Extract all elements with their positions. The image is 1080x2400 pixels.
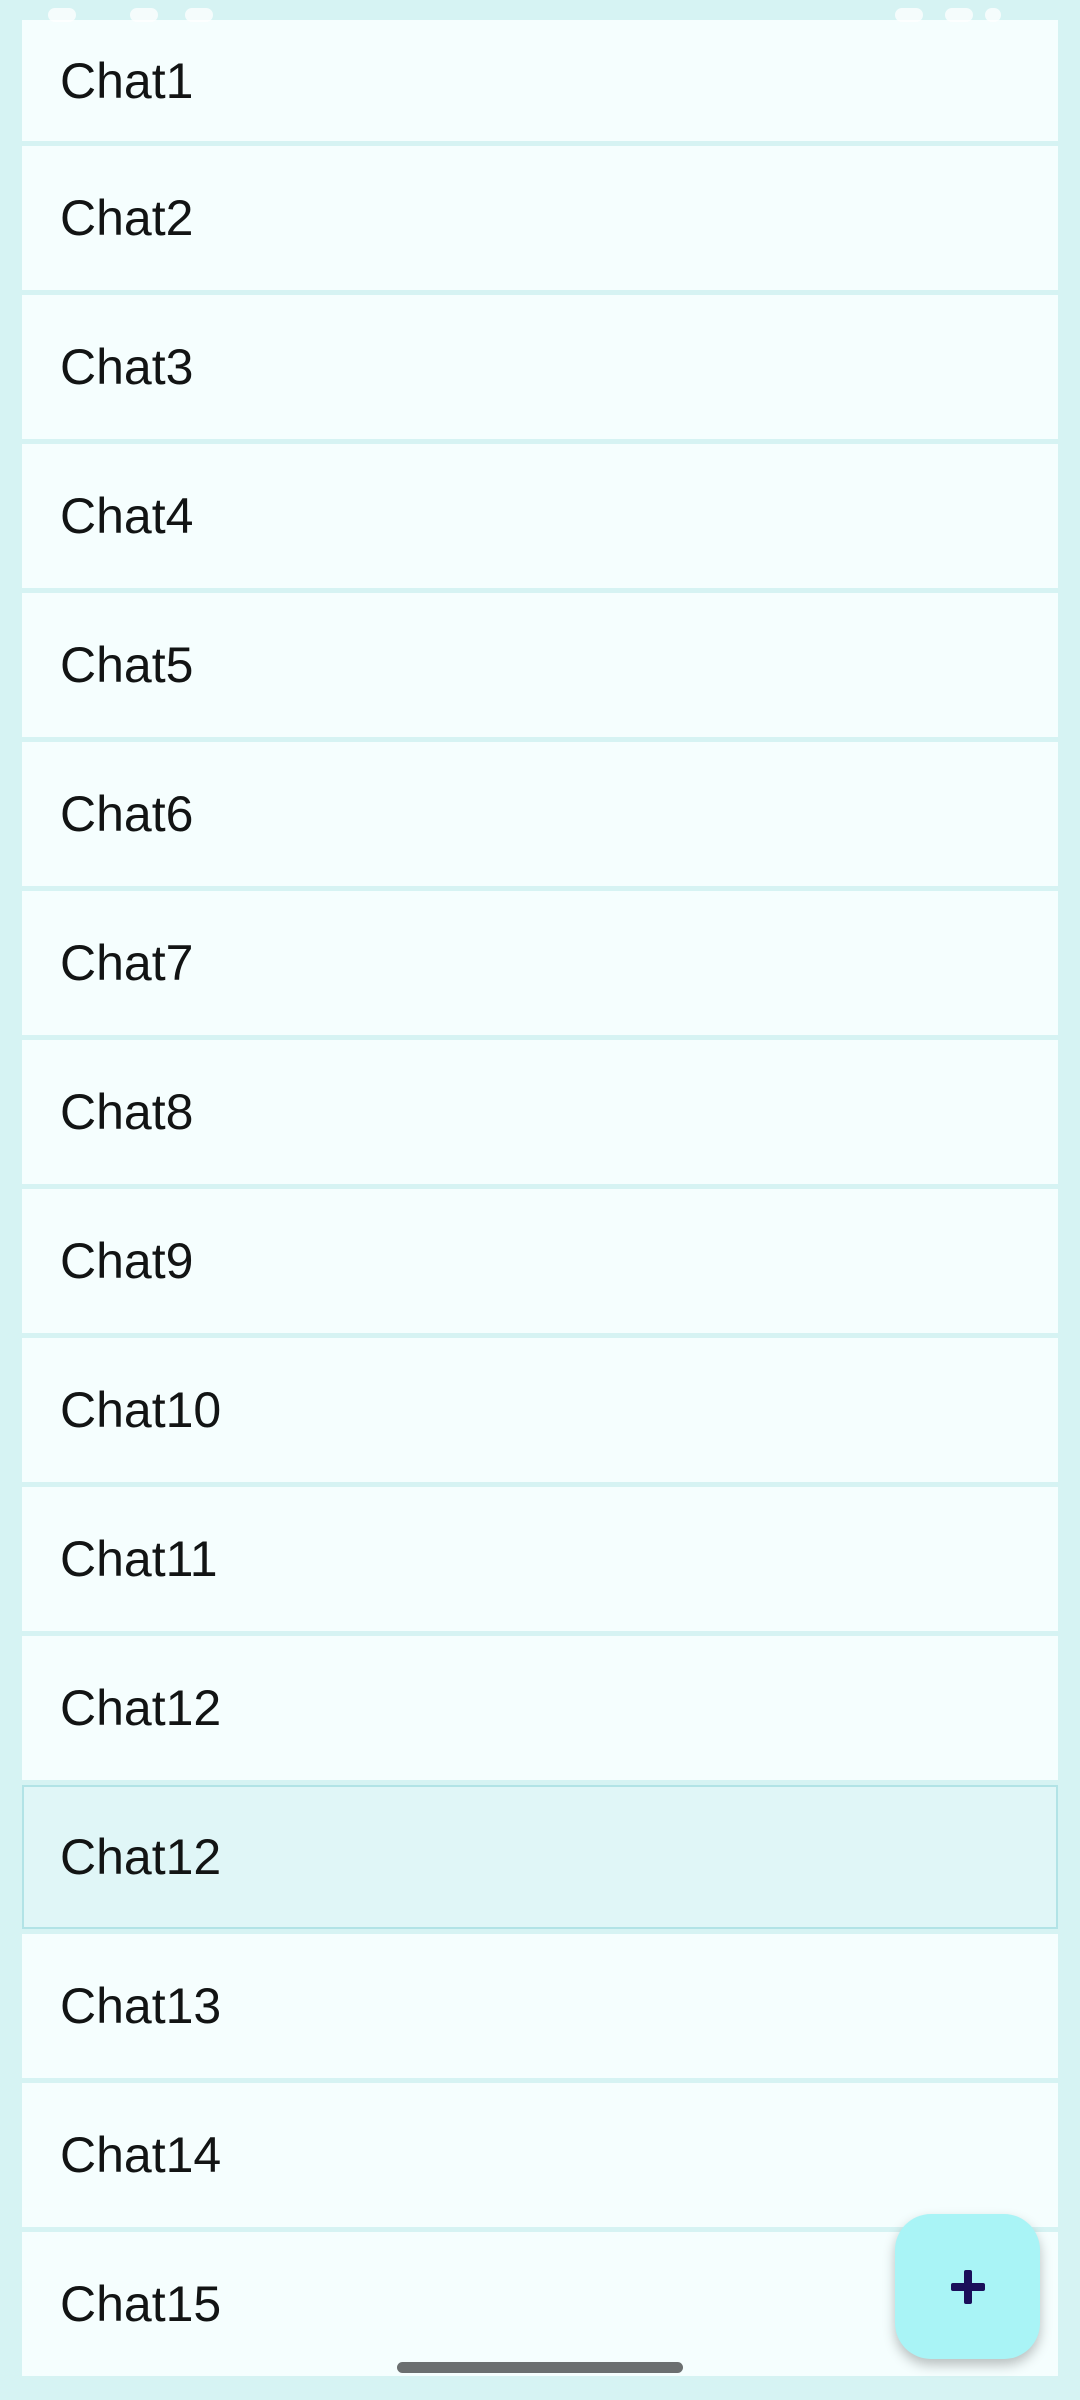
list-item[interactable]: Chat12 [22,1636,1058,1780]
list-item[interactable]: Chat11 [22,1487,1058,1631]
list-item-selected[interactable]: Chat12 [22,1785,1058,1929]
list-item[interactable]: Chat1 [22,20,1058,141]
chat-label: Chat4 [60,488,194,544]
chat-label: Chat2 [60,190,194,246]
list-item[interactable]: Chat7 [22,891,1058,1035]
chat-label: Chat10 [60,1382,222,1438]
chat-label: Chat15 [60,2276,222,2332]
chat-label: Chat11 [60,1531,218,1587]
chat-label: Chat12 [60,1680,222,1736]
add-chat-button[interactable] [895,2214,1040,2359]
status-bar [0,0,1080,22]
chat-label: Chat8 [60,1084,194,1140]
list-item[interactable]: Chat14 [22,2083,1058,2227]
chat-label: Chat9 [60,1233,194,1289]
list-item[interactable]: Chat6 [22,742,1058,886]
notification-icon [130,8,158,22]
list-item[interactable]: Chat2 [22,146,1058,290]
chat-label: Chat5 [60,637,194,693]
chat-label: Chat12 [60,1829,222,1885]
chat-label: Chat13 [60,1978,222,2034]
list-item[interactable]: Chat5 [22,593,1058,737]
chat-label: Chat7 [60,935,194,991]
chat-label: Chat6 [60,786,194,842]
chat-label: Chat14 [60,2127,222,2183]
list-item[interactable]: Chat4 [22,444,1058,588]
status-time-icon [48,8,76,22]
wifi-icon [895,8,923,22]
list-item[interactable]: Chat8 [22,1040,1058,1184]
chat-label: Chat1 [60,52,194,109]
list-item[interactable]: Chat9 [22,1189,1058,1333]
list-item[interactable]: Chat13 [22,1934,1058,2078]
home-indicator[interactable] [397,2362,683,2373]
list-item[interactable]: Chat3 [22,295,1058,439]
list-item[interactable]: Chat10 [22,1338,1058,1482]
signal-icon [945,8,973,22]
plus-icon [950,2269,985,2304]
chat-list[interactable]: Chat1 Chat2 Chat3 Chat4 Chat5 Chat6 Chat… [22,20,1058,2381]
chat-label: Chat3 [60,339,194,395]
battery-icon [985,8,1001,22]
notification-icon [185,8,213,22]
